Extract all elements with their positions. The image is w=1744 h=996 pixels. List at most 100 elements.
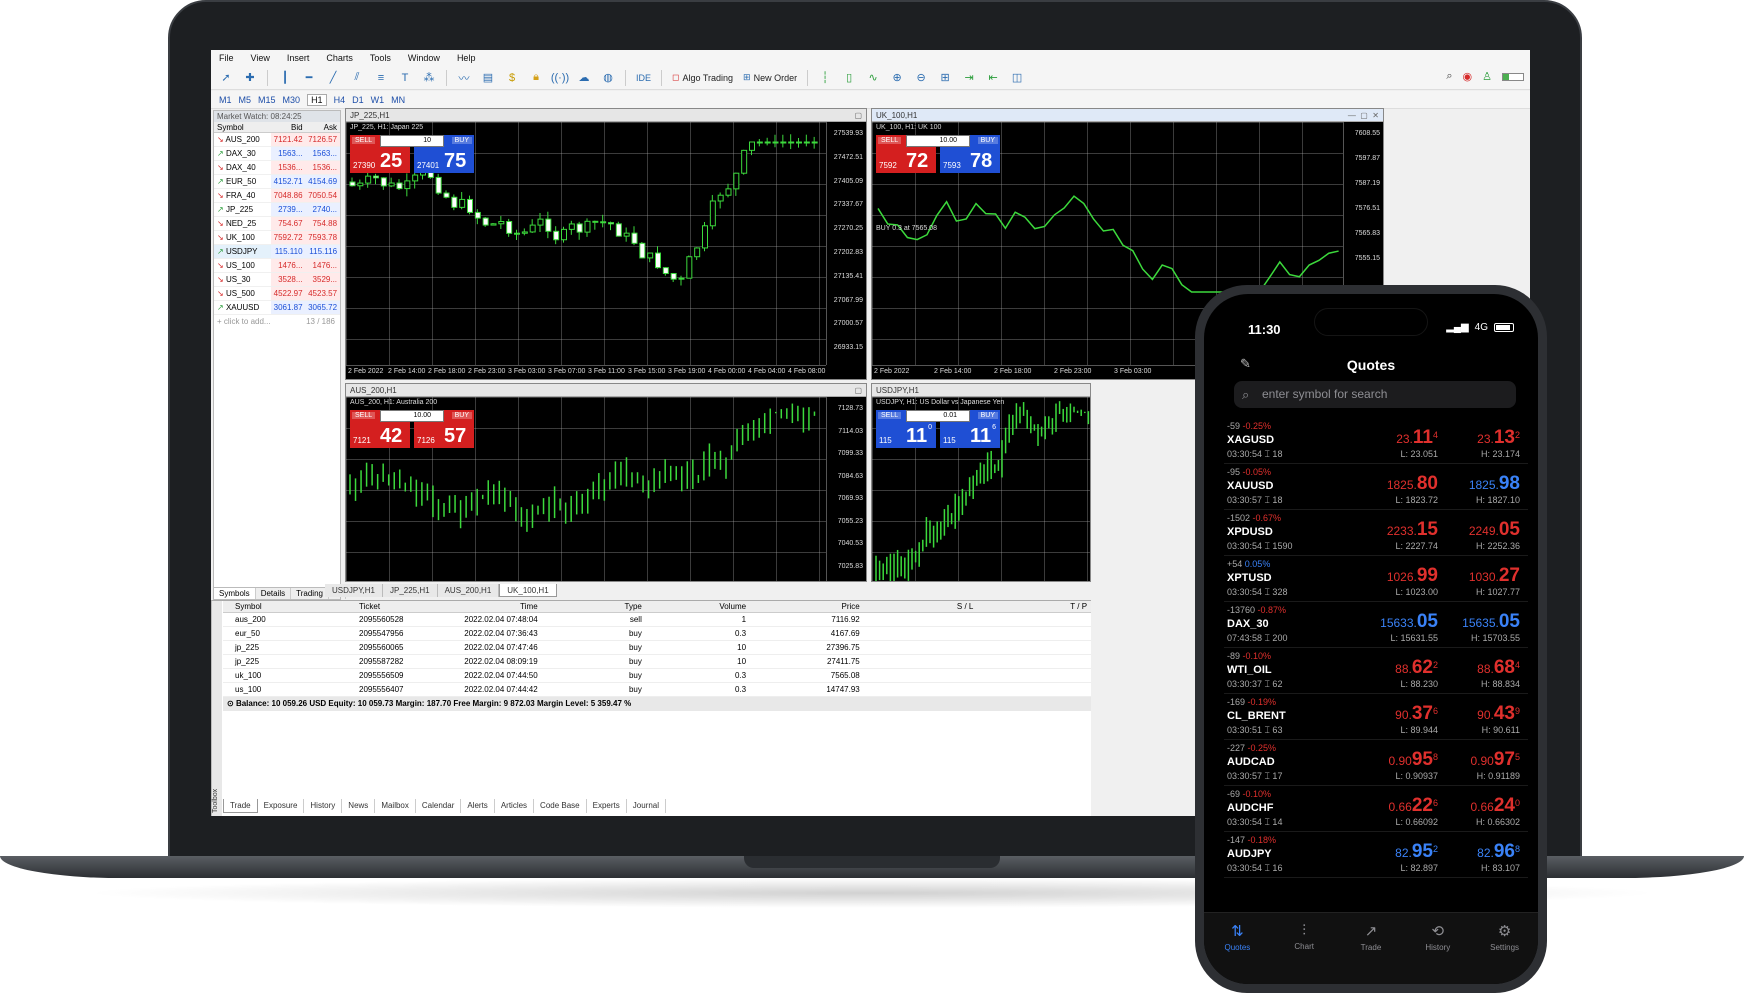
tab-history[interactable]: ⟲ History bbox=[1410, 922, 1466, 984]
market-watch-row[interactable]: ↗ DAX_30 1563... 1563... bbox=[214, 147, 341, 161]
quote-row[interactable]: -59 -0.25% XAGUSD 03:30:54 ⌶ 18 23.114 23.13… bbox=[1224, 418, 1528, 464]
horizontal-line-icon[interactable]: ━ bbox=[302, 71, 316, 85]
fibonacci-icon[interactable]: ≡ bbox=[374, 71, 388, 85]
chart-tab[interactable]: USDJPY,H1 bbox=[325, 584, 383, 597]
timeframe-h1[interactable]: H1 bbox=[307, 93, 327, 106]
quote-row[interactable]: -147 -0.18% AUDJPY 03:30:54 ⌶ 16 82.952 82.9… bbox=[1224, 832, 1528, 878]
terminal-tab-code-base[interactable]: Code Base bbox=[534, 799, 587, 813]
terminal-tab-journal[interactable]: Journal bbox=[627, 799, 667, 813]
timeframe-m1[interactable]: M1 bbox=[219, 95, 232, 105]
timeframe-m30[interactable]: M30 bbox=[283, 95, 301, 105]
auto-scroll-icon[interactable]: ⇥ bbox=[962, 71, 976, 85]
quote-row[interactable]: -227 -0.25% AUDCAD 03:30:57 ⌶ 17 0.90958 0.9… bbox=[1224, 740, 1528, 786]
zoom-in-icon[interactable]: ⊕ bbox=[890, 71, 904, 85]
trade-column-header[interactable]: Volume bbox=[646, 601, 750, 612]
market-watch-row[interactable]: ↘ NED_25 754.67 754.88 bbox=[214, 217, 341, 231]
zoom-out-icon[interactable]: ⊖ bbox=[914, 71, 928, 85]
cloud-icon[interactable]: ☁ bbox=[577, 71, 591, 85]
indicator-icon[interactable]: $ bbox=[505, 71, 519, 85]
quote-row[interactable]: +54 0.05% XPTUSD 03:30:54 ⌶ 328 1026.99 1030… bbox=[1224, 556, 1528, 602]
timeframe-d1[interactable]: D1 bbox=[352, 95, 364, 105]
chart-tab[interactable]: UK_100,H1 bbox=[499, 584, 557, 597]
quote-row[interactable]: -1502 -0.67% XPDUSD 03:30:54 ⌶ 1590 2233.15… bbox=[1224, 510, 1528, 556]
bar-chart-icon[interactable]: ┆ bbox=[818, 71, 832, 85]
window-controls[interactable]: ▢ bbox=[854, 384, 866, 396]
chart-body[interactable]: AUS_200, H1: Australia 200 SELL 7121 42 BU… bbox=[346, 397, 866, 581]
chart-window-jp225[interactable]: JP_225,H1 ▢ JP_225, H1: Japan 225 SELL 273… bbox=[345, 108, 867, 380]
tab-chart[interactable]: ⫶ Chart bbox=[1276, 922, 1332, 984]
trade-column-header[interactable]: Ticket bbox=[356, 601, 447, 612]
quote-row[interactable]: -69 -0.10% AUDCHF 03:30:54 ⌶ 14 0.66226 0.66… bbox=[1224, 786, 1528, 832]
globe-icon[interactable]: ◍ bbox=[601, 71, 615, 85]
chart-window-usdjpy[interactable]: USDJPY,H1 USDJPY, H1: US Dollar vs Japan… bbox=[871, 383, 1091, 582]
market-watch-row[interactable]: ↘ AUS_200 7121.42 7126.57 bbox=[214, 133, 341, 147]
quote-row[interactable]: -95 -0.05% XAUUSD 03:30:57 ⌶ 18 1825.80 1825… bbox=[1224, 464, 1528, 510]
window-controls[interactable]: — ▢ ✕ bbox=[1348, 109, 1383, 121]
symbol-column-header[interactable]: Symbol bbox=[214, 122, 271, 132]
trade-column-header[interactable]: S / L bbox=[864, 601, 978, 612]
timeframe-m5[interactable]: M5 bbox=[239, 95, 252, 105]
market-watch-row[interactable]: ↗ JP_225 2739... 2740... bbox=[214, 203, 341, 217]
terminal-tab-trade[interactable]: Trade bbox=[223, 799, 258, 813]
menu-item-window[interactable]: Window bbox=[408, 53, 440, 63]
trade-column-header[interactable]: T / P bbox=[977, 601, 1091, 612]
menu-item-file[interactable]: File bbox=[219, 53, 234, 63]
quote-row[interactable]: -13760 -0.87% DAX_30 07:43:58 ⌶ 200 15633.0… bbox=[1224, 602, 1528, 648]
trade-column-header[interactable]: Symbol bbox=[223, 601, 356, 612]
search-icon[interactable]: ⌕ bbox=[1446, 70, 1452, 83]
lot-size-input[interactable]: 10.00 bbox=[380, 410, 444, 422]
timeframe-m15[interactable]: M15 bbox=[258, 95, 276, 105]
trade-row[interactable]: jp_225 2095587282 2022.02.04 08:09:19 buy 10… bbox=[223, 655, 1091, 669]
chart-shift-icon[interactable]: ⇤ bbox=[986, 71, 1000, 85]
timeframe-h4[interactable]: H4 bbox=[334, 95, 346, 105]
lot-size-input[interactable]: 10 bbox=[380, 135, 444, 147]
timeframe-w1[interactable]: W1 bbox=[371, 95, 385, 105]
chart-body[interactable]: USDJPY, H1: US Dollar vs Japanese Yen SE… bbox=[872, 397, 1090, 581]
trade-column-header[interactable]: Time bbox=[447, 601, 542, 612]
tile-windows-icon[interactable]: ⊞ bbox=[938, 71, 952, 85]
vertical-line-icon[interactable]: ┃ bbox=[278, 71, 292, 85]
market-watch-row[interactable]: ↗ XAUUSD 3061.87 3065.72 bbox=[214, 301, 341, 315]
trade-row[interactable]: aus_200 2095560528 2022.02.04 07:48:04 sell… bbox=[223, 613, 1091, 627]
market-watch-row[interactable]: ↗ USDJPY 115.110 115.116 bbox=[214, 245, 341, 259]
text-icon[interactable]: T bbox=[398, 71, 412, 85]
trendline-icon[interactable]: ╱ bbox=[326, 71, 340, 85]
chart-type-icon[interactable]: 〰 bbox=[457, 71, 471, 85]
menu-item-insert[interactable]: Insert bbox=[287, 53, 310, 63]
chart-tab[interactable]: AUS_200,H1 bbox=[438, 584, 500, 597]
line-chart-icon[interactable]: ∿ bbox=[866, 71, 880, 85]
terminal-tab-alerts[interactable]: Alerts bbox=[461, 799, 495, 813]
menu-item-help[interactable]: Help bbox=[457, 53, 476, 63]
menu-item-view[interactable]: View bbox=[251, 53, 270, 63]
symbol-search-input[interactable]: ⌕ enter symbol for search bbox=[1234, 381, 1516, 408]
market-watch-tab-details[interactable]: Details bbox=[256, 588, 292, 599]
market-watch-row[interactable]: ↘ US_500 4522.97 4523.57 bbox=[214, 287, 341, 301]
template-icon[interactable]: ▤ bbox=[481, 71, 495, 85]
terminal-tab-calendar[interactable]: Calendar bbox=[416, 799, 462, 813]
quote-row[interactable]: -89 -0.10% WTI_OIL 03:30:37 ⌶ 62 88.622 88.6… bbox=[1224, 648, 1528, 694]
ask-column-header[interactable]: Ask bbox=[306, 122, 340, 132]
trade-row[interactable]: us_100 2095556407 2022.02.04 07:44:42 buy 0.… bbox=[223, 683, 1091, 697]
add-symbol-row[interactable]: + click to add... 13 / 186 bbox=[214, 315, 340, 329]
market-watch-tab-trading[interactable]: Trading bbox=[291, 588, 329, 599]
tab-quotes[interactable]: ⇅ Quotes bbox=[1209, 922, 1265, 984]
trade-row[interactable]: jp_225 2095560065 2022.02.04 07:47:46 buy 10… bbox=[223, 641, 1091, 655]
terminal-tab-news[interactable]: News bbox=[342, 799, 376, 813]
toolbox-label[interactable]: Toolbox bbox=[211, 601, 222, 816]
menu-item-charts[interactable]: Charts bbox=[326, 53, 353, 63]
market-watch-row[interactable]: ↘ FRA_40 7048.86 7050.54 bbox=[214, 189, 341, 203]
tab-settings[interactable]: ⚙ Settings bbox=[1477, 922, 1533, 984]
algo-trading-button[interactable]: ◻ Algo Trading bbox=[672, 72, 733, 83]
terminal-tab-mailbox[interactable]: Mailbox bbox=[375, 799, 416, 813]
trade-row[interactable]: eur_50 2095547956 2022.02.04 07:36:43 buy 0.… bbox=[223, 627, 1091, 641]
timeframe-mn[interactable]: MN bbox=[391, 95, 405, 105]
market-watch-row[interactable]: ↘ DAX_40 1536... 1536... bbox=[214, 161, 341, 175]
chart-tab[interactable]: JP_225,H1 bbox=[383, 584, 438, 597]
quote-row[interactable]: -169 -0.19% CL_BRENT 03:30:51 ⌶ 63 90.376 90… bbox=[1224, 694, 1528, 740]
trade-row[interactable]: uk_100 2095556509 2022.02.04 07:44:50 buy 0.… bbox=[223, 669, 1091, 683]
lock-icon[interactable]: 🔒︎ bbox=[529, 71, 543, 85]
lot-size-input[interactable]: 0.01 bbox=[906, 410, 970, 422]
account-icon[interactable]: ♙ bbox=[1482, 70, 1492, 83]
terminal-tab-history[interactable]: History bbox=[304, 799, 343, 813]
bid-column-header[interactable]: Bid bbox=[271, 122, 305, 132]
